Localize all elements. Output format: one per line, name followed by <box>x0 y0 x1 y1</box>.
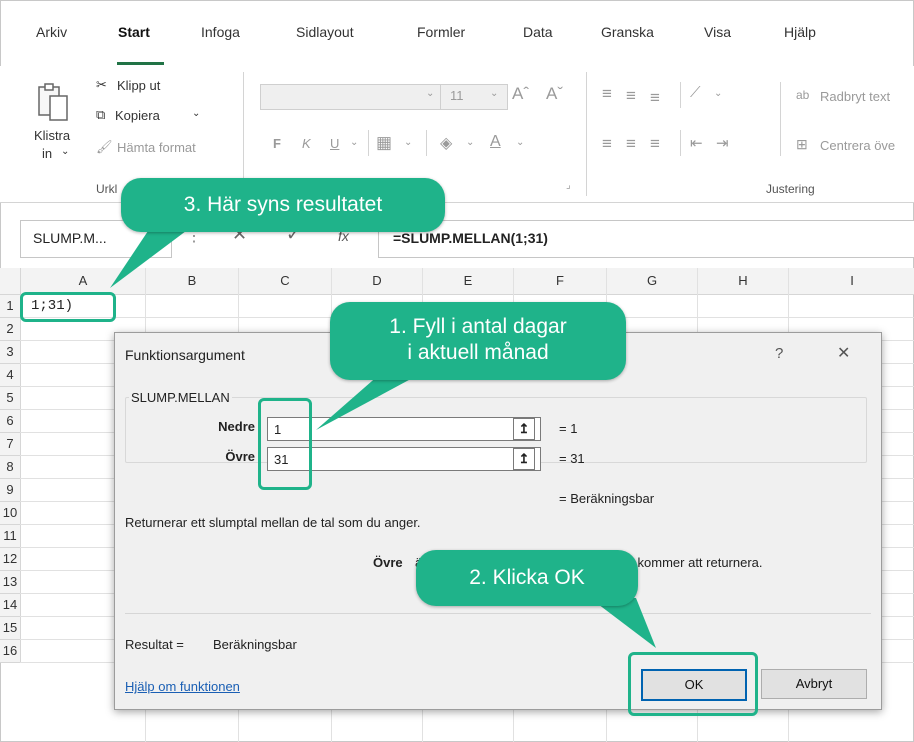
callout-step1-line2: i aktuell månad <box>407 341 549 364</box>
callout-step1: 1. Fyll i antal dagar i aktuell månad <box>330 302 626 380</box>
callout-step2: 2. Klicka OK <box>416 550 638 606</box>
pointer-step1 <box>316 374 420 430</box>
callout-step1-line1: 1. Fyll i antal dagar <box>389 315 567 338</box>
pointer-step3 <box>110 228 190 288</box>
callout-step3: 3. Här syns resultatet <box>121 178 445 232</box>
